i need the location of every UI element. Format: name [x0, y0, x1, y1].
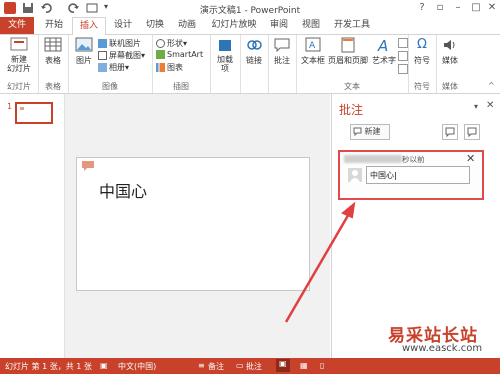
normal-view-icon[interactable]: ▣	[276, 359, 290, 372]
watermark-url: www.easck.com	[402, 343, 483, 354]
reading-view-icon[interactable]: ▯	[320, 361, 324, 370]
annotation-arrow	[284, 201, 356, 323]
language[interactable]: 中文(中国)	[118, 361, 156, 372]
comments-status-button[interactable]: 批注	[246, 361, 262, 372]
slide-sorter-icon[interactable]: ▦	[300, 361, 308, 370]
slide-info: 幻灯片 第 1 张，共 1 张	[5, 362, 92, 371]
notes-icon: ≡	[198, 361, 205, 370]
status-bar: 幻灯片 第 1 张，共 1 张 ▣ 中文(中国) ≡ 备注 ▭ 批注 ▣ ▦ ▯	[0, 358, 500, 374]
comments-icon: ▭	[236, 361, 244, 370]
notes-button[interactable]: 备注	[208, 361, 224, 372]
spellcheck-icon[interactable]: ▣	[100, 361, 108, 370]
